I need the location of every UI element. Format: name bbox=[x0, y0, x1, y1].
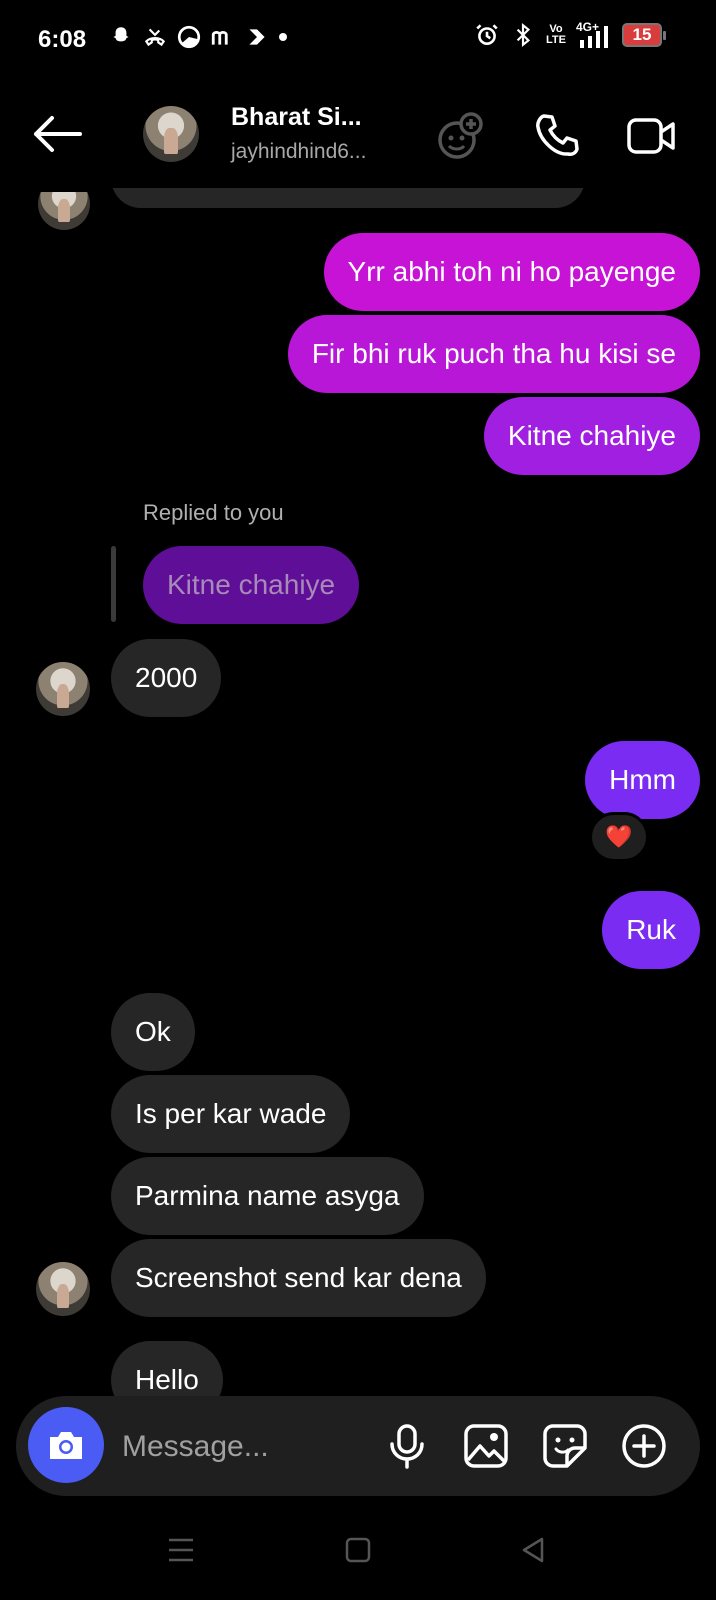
video-call-icon[interactable] bbox=[626, 110, 678, 162]
gallery-icon[interactable] bbox=[462, 1422, 510, 1470]
sticker-icon[interactable] bbox=[541, 1422, 589, 1470]
avatar bbox=[38, 192, 90, 230]
phone-icon[interactable] bbox=[532, 110, 584, 162]
outgoing-message[interactable]: Yrr abhi toh ni ho payenge bbox=[323, 233, 700, 311]
microphone-icon[interactable] bbox=[383, 1422, 431, 1470]
back-triangle-icon[interactable] bbox=[516, 1532, 552, 1568]
incoming-message[interactable]: Screenshot send kar dena bbox=[111, 1239, 486, 1317]
outgoing-message[interactable]: Ruk bbox=[602, 891, 700, 969]
avatar[interactable] bbox=[143, 106, 199, 162]
missed-call-icon bbox=[144, 28, 166, 47]
alarm-icon bbox=[476, 24, 498, 45]
avatar[interactable] bbox=[36, 1262, 90, 1316]
back-arrow-icon[interactable] bbox=[30, 112, 84, 156]
incoming-message[interactable]: 2000 bbox=[111, 639, 222, 717]
incoming-message[interactable]: Ok bbox=[111, 993, 195, 1071]
contact-name[interactable]: Bharat Si... bbox=[231, 103, 362, 132]
reply-label: Replied to you bbox=[143, 500, 284, 525]
heart-reaction-icon[interactable]: ❤️ bbox=[589, 812, 649, 862]
home-square-icon[interactable] bbox=[340, 1532, 376, 1568]
m-app-icon bbox=[211, 30, 228, 45]
notification-icons bbox=[108, 24, 288, 50]
incoming-message[interactable]: Parmina name asyga bbox=[111, 1157, 424, 1235]
message-input[interactable] bbox=[120, 1424, 374, 1470]
reply-indicator bbox=[111, 546, 116, 622]
status-bar: 6:08 Vo LTE 4G+ 15 bbox=[0, 0, 716, 80]
avatar[interactable] bbox=[36, 662, 90, 716]
status-time: 6:08 bbox=[38, 26, 87, 53]
data-saver-icon bbox=[177, 25, 201, 49]
play-app-icon bbox=[249, 29, 265, 45]
battery-icon: 15 bbox=[622, 23, 666, 47]
contact-username[interactable]: jayhindhind6... bbox=[231, 140, 366, 164]
outgoing-message[interactable]: Hmm bbox=[585, 741, 700, 819]
outgoing-message[interactable]: Fir bhi ruk puch tha hu kisi se bbox=[287, 315, 700, 393]
plus-circle-icon[interactable] bbox=[620, 1422, 668, 1470]
add-effect-icon[interactable] bbox=[435, 110, 487, 162]
snapchat-icon bbox=[113, 27, 129, 42]
system-icons: Vo LTE 4G+ 15 bbox=[474, 21, 666, 48]
camera-icon bbox=[50, 1432, 82, 1459]
outgoing-message[interactable]: Kitne chahiye bbox=[483, 397, 700, 475]
signal-icon: 4G+ bbox=[576, 21, 612, 48]
camera-button[interactable] bbox=[28, 1407, 104, 1483]
volte-icon: Vo LTE bbox=[546, 23, 566, 46]
menu-icon[interactable] bbox=[163, 1532, 199, 1568]
bluetooth-icon bbox=[516, 22, 531, 48]
reply-quote[interactable]: Kitne chahiye bbox=[143, 546, 360, 624]
incoming-message[interactable]: Is per kar wade bbox=[111, 1075, 351, 1153]
dot-icon bbox=[279, 33, 287, 41]
partial-message bbox=[111, 188, 585, 208]
